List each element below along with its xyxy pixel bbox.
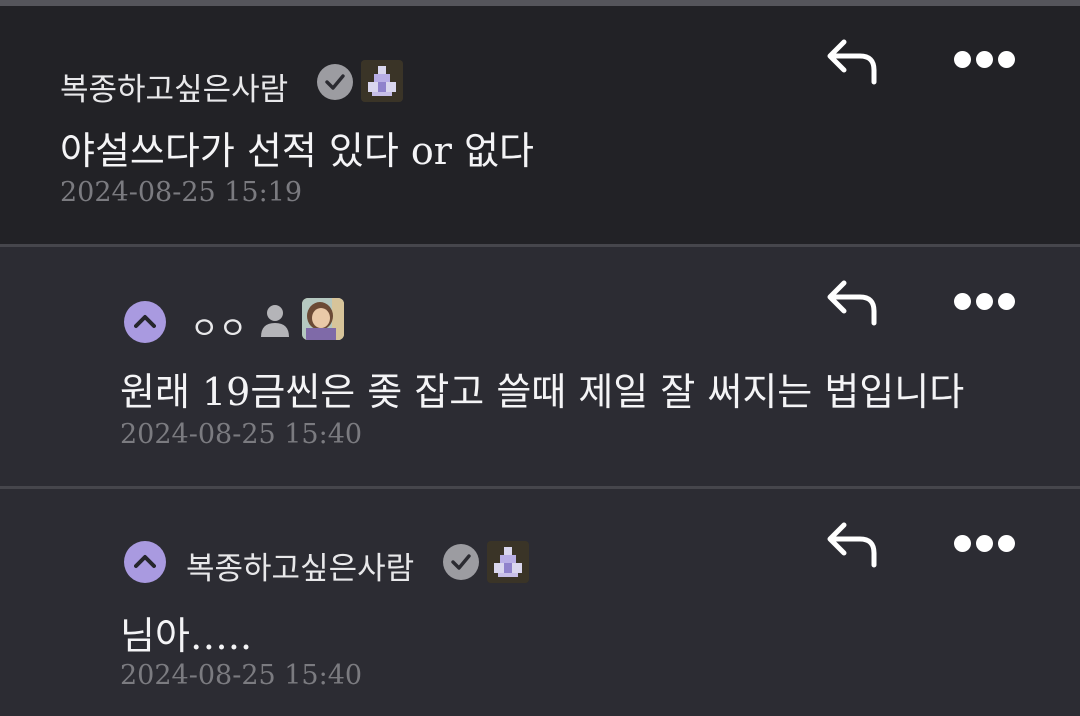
comment-author[interactable]: 복종하고싶은사람 [186, 543, 414, 588]
comment-author[interactable]: ㅇㅇ [190, 303, 247, 348]
chevron-up-icon [134, 315, 156, 328]
reply-comment-item: ㅇㅇ 원래 19금씬은 좆 잡고 쓸때 제일 잘 써지는 법입니다 2024-0… [0, 247, 1080, 486]
collapse-thread-button[interactable] [124, 301, 166, 343]
comment-timestamp: 2024-08-25 15:40 [120, 660, 363, 691]
more-options-button[interactable] [950, 45, 1020, 75]
more-horizontal-icon [954, 51, 971, 68]
more-dot [998, 535, 1015, 552]
reply-comment-item: 복종하고싶은사람 님아….. 2024-08-25 15:40 [0, 489, 1080, 716]
more-dot [976, 293, 993, 310]
reply-button[interactable] [824, 519, 884, 569]
more-horizontal-icon [954, 293, 971, 310]
reply-button[interactable] [824, 277, 884, 327]
user-avatar [302, 298, 344, 340]
chevron-up-icon [134, 555, 156, 568]
comment-timestamp: 2024-08-25 15:40 [120, 419, 363, 450]
user-silhouette-icon [259, 303, 291, 339]
reply-arrow-icon [827, 280, 877, 326]
more-dot [998, 51, 1015, 68]
more-options-button[interactable] [950, 529, 1020, 559]
more-horizontal-icon [954, 535, 971, 552]
comment-item: 복종하고싶은사람 야설쓰다가 선적 있다 or 없다 2024-08-25 15… [0, 6, 1080, 244]
comment-text: 원래 19금씬은 좆 잡고 쓸때 제일 잘 써지는 법입니다 [120, 370, 965, 414]
verified-check-icon [443, 544, 479, 580]
reply-button[interactable] [824, 36, 884, 86]
comment-text: 님아….. [120, 614, 253, 658]
more-dot [976, 535, 993, 552]
rank-badge-icon [487, 541, 529, 583]
more-dot [998, 293, 1015, 310]
reply-arrow-icon [827, 522, 877, 568]
comment-timestamp: 2024-08-25 15:19 [60, 177, 303, 208]
comment-text: 야설쓰다가 선적 있다 or 없다 [60, 129, 534, 173]
more-dot [976, 51, 993, 68]
comment-author[interactable]: 복종하고싶은사람 [60, 64, 288, 109]
more-options-button[interactable] [950, 287, 1020, 317]
rank-badge-icon [361, 60, 403, 102]
collapse-thread-button[interactable] [124, 541, 166, 583]
verified-check-icon [317, 64, 353, 100]
reply-arrow-icon [827, 39, 877, 85]
